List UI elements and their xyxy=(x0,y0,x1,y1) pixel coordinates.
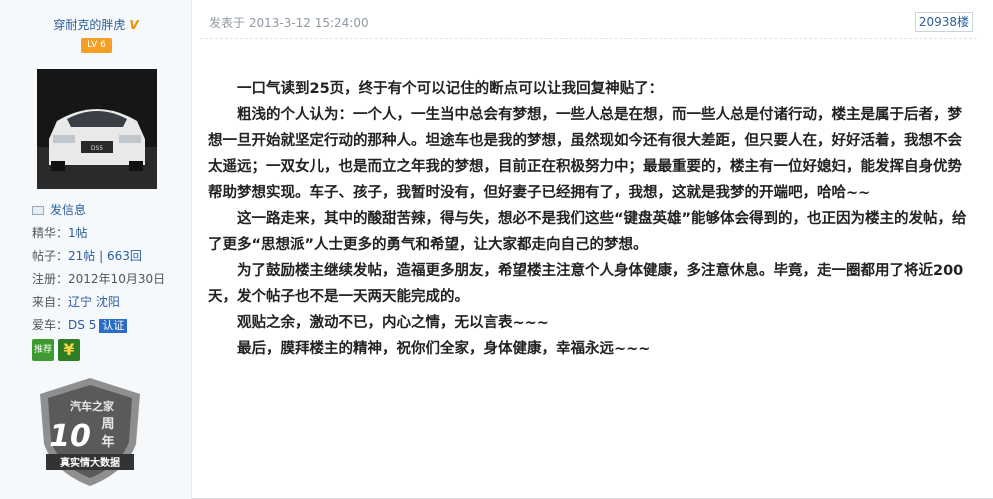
post-content: 一口气读到25页，终于有个可以记住的断点可以让我回复神贴了： 粗浅的个人认为：一… xyxy=(208,76,976,362)
anniversary-bottom-text: 真实情大数据 xyxy=(60,456,120,469)
anniversary-shield-icon: 汽车之家 10 周 年 真实情大数据 xyxy=(40,378,140,486)
level-badge: LV 6 xyxy=(81,38,112,53)
medals: 推荐 ¥ xyxy=(32,339,84,361)
registered-row: 注册：2012年10月30日 xyxy=(32,268,192,291)
post-paragraph: 最后，膜拜楼主的精神，祝你们全家，身体健康，幸福永远~~~ xyxy=(237,341,651,357)
author-info: 发信息 精华：1帖 帖子：21帖 | 663回 注册：2012年10月30日 来… xyxy=(32,199,192,337)
anniversary-top-text: 汽车之家 xyxy=(70,399,115,413)
avatar[interactable]: DS5 xyxy=(37,69,157,189)
anniversary-nian: 年 xyxy=(101,434,114,450)
post-time: 发表于 2013-3-12 15:24:00 xyxy=(209,16,369,30)
posts-replies-link[interactable]: 663回 xyxy=(107,249,142,263)
essence-link[interactable]: 1帖 xyxy=(68,226,88,240)
posts-threads-link[interactable]: 21帖 xyxy=(68,249,95,263)
car-row: 爱车：DS 5 认证 xyxy=(32,314,192,337)
location-label: 来自： xyxy=(32,295,69,309)
location-row: 来自：辽宁 沈阳 xyxy=(32,291,192,314)
anniversary-number: 10 xyxy=(49,419,91,454)
registered-label: 注册： xyxy=(32,272,69,286)
vip-icon: V xyxy=(129,18,139,32)
header-divider xyxy=(200,38,977,39)
essence-label: 精华： xyxy=(32,226,69,240)
author-sidebar: 穿耐克的胖虎 V LV 6 DS5 发信息 精华：1帖 帖子：21帖 | 663… xyxy=(0,0,192,499)
anniversary-badge[interactable]: 汽车之家 10 周 年 真实情大数据 xyxy=(30,372,150,492)
anniversary-zhou: 周 xyxy=(101,417,114,432)
author-name-row: 穿耐克的胖虎 V xyxy=(0,16,192,33)
floor-number-link[interactable]: 20938楼 xyxy=(914,12,973,32)
send-message-link[interactable]: 发信息 xyxy=(50,203,86,217)
money-medal-icon[interactable]: ¥ xyxy=(58,339,80,361)
essence-row: 精华：1帖 xyxy=(32,222,192,245)
post-container: 穿耐克的胖虎 V LV 6 DS5 发信息 精华：1帖 帖子：21帖 | 663… xyxy=(0,0,993,499)
send-message-row: 发信息 xyxy=(32,199,192,222)
post-paragraph: 一口气读到25页，终于有个可以记住的断点可以让我回复神贴了： xyxy=(237,81,664,97)
avatar-plate-text: DS5 xyxy=(91,145,103,152)
post-paragraph: 为了鼓励楼主继续发帖，造福更多朋友，希望楼主注意个人身体健康，多注意休息。毕竟，… xyxy=(208,263,964,305)
registered-value: 2012年10月30日 xyxy=(68,272,166,286)
certified-badge[interactable]: 认证 xyxy=(99,319,128,333)
post-paragraph: 粗浅的个人认为：一个人，一生当中总会有梦想，一些人总是在想，而一些人总是付诸行动… xyxy=(208,107,962,201)
posts-label: 帖子： xyxy=(32,249,69,263)
posts-row: 帖子：21帖 | 663回 xyxy=(32,245,192,268)
mail-icon xyxy=(32,206,44,215)
recommend-medal-icon[interactable]: 推荐 xyxy=(32,339,54,361)
author-name-link[interactable]: 穿耐克的胖虎 xyxy=(53,18,125,32)
location-link[interactable]: 辽宁 沈阳 xyxy=(68,295,120,309)
post-paragraph: 观贴之余，激动不已，内心之情，无以言表~~~ xyxy=(237,315,549,331)
car-label: 爱车： xyxy=(32,318,69,332)
posts-separator: | xyxy=(95,249,107,263)
post-paragraph: 这一路走来，其中的酸甜苦辣，得与失，想必不是我们这些“键盘英雄”能够体会得到的，… xyxy=(208,211,967,253)
avatar-car-image: DS5 xyxy=(37,69,157,189)
car-link[interactable]: DS 5 xyxy=(68,318,96,332)
